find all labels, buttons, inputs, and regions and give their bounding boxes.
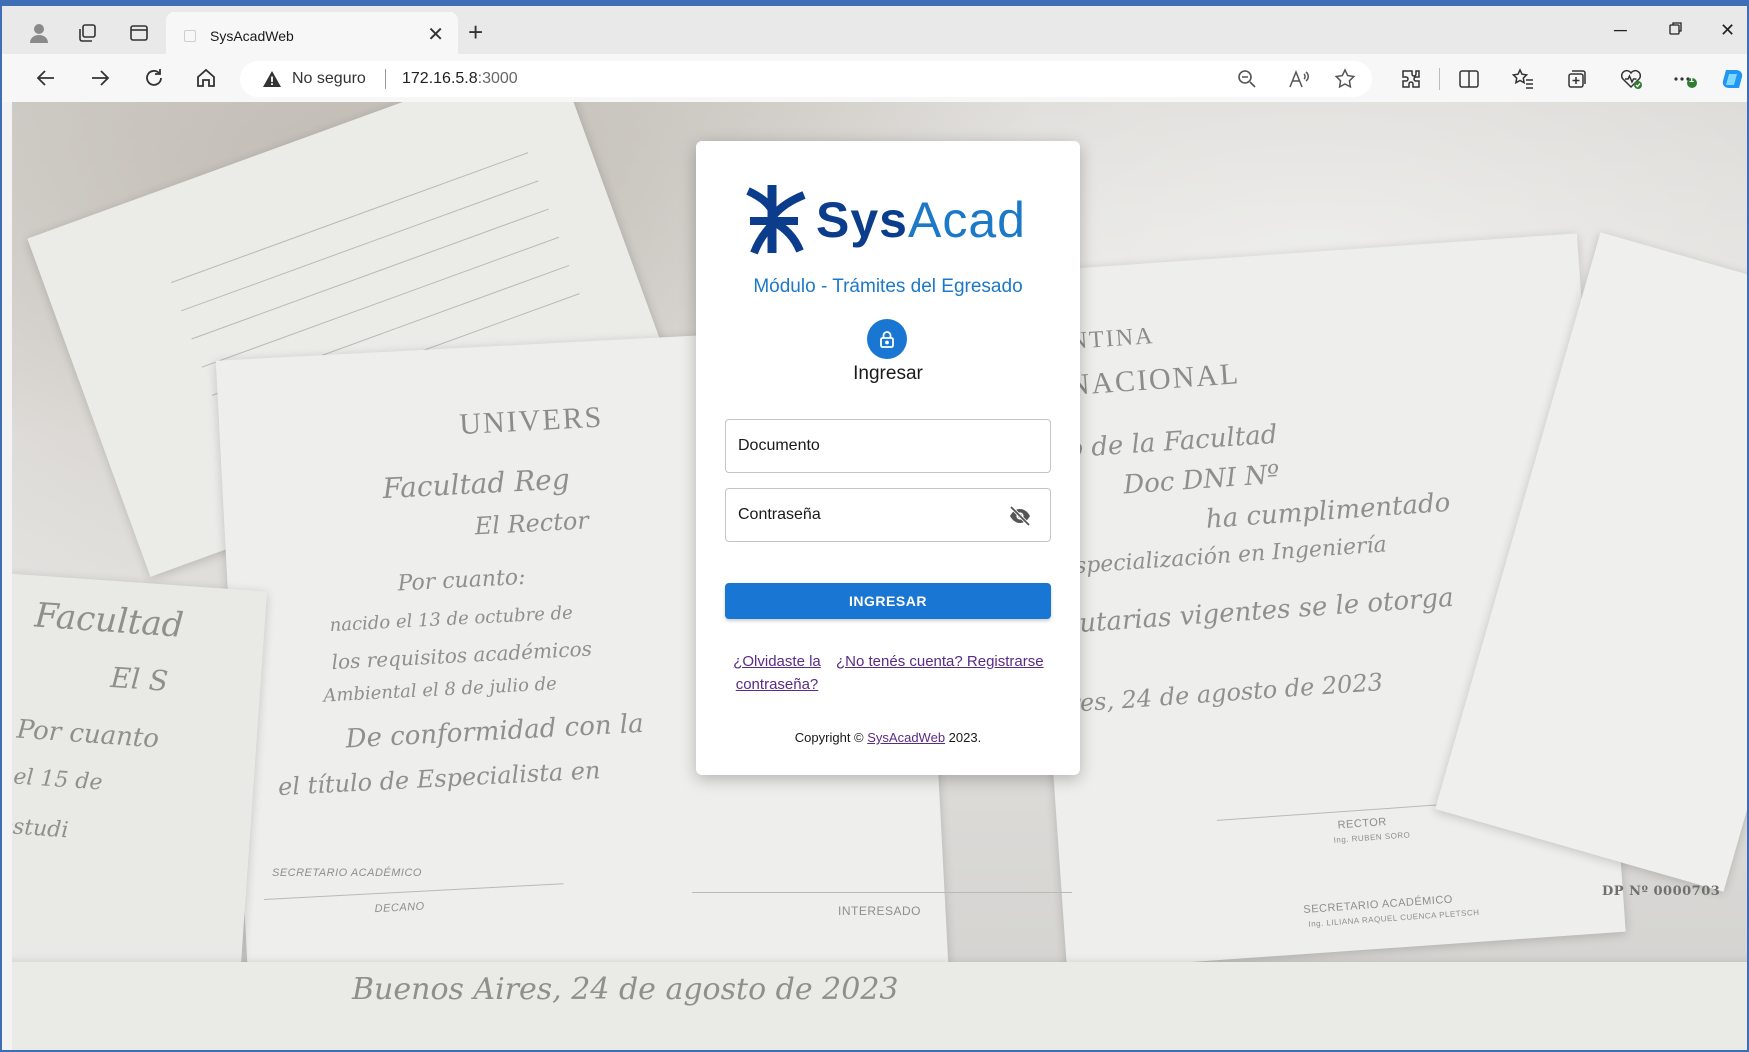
toolbar-separator xyxy=(1439,68,1440,90)
sysacad-logo: SysAcad xyxy=(744,181,1034,265)
tab-strip: SysAcadWeb ✕ + ─ ✕ xyxy=(2,6,1747,60)
toggle-password-visibility-icon[interactable] xyxy=(1008,505,1032,527)
notification-count: 1 xyxy=(1689,74,1695,84)
logo-sys: Sys xyxy=(816,192,908,248)
address-separator xyxy=(385,69,386,89)
background-paper-bottom: Buenos Aires, 24 de agosto de 2023 xyxy=(12,962,1747,1050)
url-host: 172.16.5.8 xyxy=(402,70,478,87)
bg-signature-label: SECRETARIO ACADÉMICO xyxy=(272,867,422,879)
collections-icon[interactable] xyxy=(1564,66,1590,92)
copyright-prefix: Copyright © xyxy=(794,730,868,745)
bg-text: UNIVERS xyxy=(458,400,605,442)
bg-script: Facultad xyxy=(33,595,185,646)
bg-script: El S xyxy=(109,660,170,698)
url-port: :3000 xyxy=(477,70,518,87)
bg-script: De conformidad con la xyxy=(344,708,645,755)
bg-script: res, 24 de agosto de 2023 xyxy=(1067,667,1384,718)
login-heading: Ingresar xyxy=(853,363,923,384)
address-bar[interactable]: No seguro 172.16.5.8:3000 xyxy=(240,61,1372,97)
document-input[interactable] xyxy=(738,420,998,472)
bg-script: ha cumplimentado xyxy=(1204,487,1452,535)
bg-script: no de la Facultad xyxy=(1049,419,1279,466)
register-link[interactable]: ¿No tenés cuenta? Registrarse xyxy=(836,650,1056,673)
copyright-link[interactable]: SysAcadWeb xyxy=(867,730,945,745)
bg-doc-number: DP Nº 0000703 xyxy=(1602,884,1721,899)
browser-essentials-icon[interactable] xyxy=(1618,66,1644,92)
copyright: Copyright © SysAcadWeb 2023. xyxy=(696,730,1080,745)
favicon-icon xyxy=(184,30,196,42)
utn-logo-icon xyxy=(746,185,806,255)
bg-script: Especialización en Ingeniería xyxy=(1058,532,1388,581)
bg-signature-name: Ing. RUBEN SORO xyxy=(1333,830,1411,845)
copilot-icon[interactable] xyxy=(1720,66,1746,92)
home-icon[interactable] xyxy=(192,64,220,92)
bg-script: Ambiental el 8 de julio de xyxy=(322,673,558,707)
restore-icon[interactable] xyxy=(1668,18,1684,42)
forgot-password-link[interactable]: ¿Olvidaste la contraseña? xyxy=(727,650,827,696)
refresh-icon[interactable] xyxy=(140,64,168,92)
bg-script: Doc DNI Nº xyxy=(1122,459,1281,501)
copyright-suffix: 2023. xyxy=(945,730,982,745)
workspaces-icon[interactable] xyxy=(74,20,100,46)
bg-signature-label: RECTOR xyxy=(1337,816,1388,832)
logo-text: SysAcad xyxy=(816,191,1026,249)
close-window-icon[interactable]: ✕ xyxy=(1720,18,1735,42)
bg-script: el 15 de xyxy=(12,764,104,796)
more-icon[interactable]: 1 xyxy=(1672,66,1698,92)
read-aloud-icon[interactable] xyxy=(1288,68,1310,90)
lock-avatar xyxy=(867,319,907,359)
forward-icon[interactable] xyxy=(86,64,114,92)
warning-icon[interactable] xyxy=(262,69,282,94)
module-title: Módulo - Trámites del Egresado xyxy=(753,276,1023,297)
bg-script: Por cuanto: xyxy=(397,564,527,597)
tab-title: SysAcadWeb xyxy=(210,28,294,44)
close-tab-icon[interactable]: ✕ xyxy=(427,23,444,47)
bg-signature-label: INTERESADO xyxy=(838,904,922,918)
bg-script: el título de Especialista en xyxy=(277,756,602,802)
profile-icon[interactable] xyxy=(26,20,52,46)
back-icon[interactable] xyxy=(32,64,60,92)
new-tab-button[interactable]: + xyxy=(468,18,483,46)
bg-script: Facultad Reg xyxy=(381,462,571,506)
favorite-icon[interactable] xyxy=(1334,68,1356,90)
navigation-bar: No seguro 172.16.5.8:3000 1 xyxy=(2,54,1747,102)
split-screen-icon[interactable] xyxy=(1456,66,1482,92)
zoom-out-icon[interactable] xyxy=(1236,68,1258,90)
favorites-icon[interactable] xyxy=(1510,66,1536,92)
bg-script: El Rector xyxy=(474,506,590,541)
password-input[interactable] xyxy=(738,489,998,541)
bg-script: Buenos Aires, 24 de agosto de 2023 xyxy=(352,972,899,1007)
bg-script: Por cuanto xyxy=(15,714,160,755)
lock-icon xyxy=(880,331,894,348)
active-tab[interactable]: SysAcadWeb ✕ xyxy=(166,12,458,60)
bg-script: nacido el 13 de octubre de xyxy=(329,602,574,637)
minimize-icon[interactable]: ─ xyxy=(1614,18,1627,42)
extensions-icon[interactable] xyxy=(1398,66,1424,92)
browser-window: SysAcadWeb ✕ + ─ ✕ No seguro 172.16.5.8:… xyxy=(0,0,1749,1052)
password-field[interactable] xyxy=(725,488,1051,542)
tab-actions-icon[interactable] xyxy=(126,20,152,46)
bg-script: tatutarias vigentes se le otorga xyxy=(1041,582,1455,642)
bg-script: los requisitos académicos xyxy=(331,636,593,675)
bg-script: estudi xyxy=(12,813,70,844)
login-submit-button[interactable]: INGRESAR xyxy=(725,583,1051,619)
bg-signature-label: DECANO xyxy=(374,900,425,916)
login-card: SysAcad Módulo - Trámites del Egresado I… xyxy=(696,141,1080,775)
document-field[interactable] xyxy=(725,419,1051,473)
page-viewport: UNIVERS Facultad Reg El Rector Por cuant… xyxy=(12,102,1747,1050)
url-text[interactable]: 172.16.5.8:3000 xyxy=(402,70,518,88)
security-label[interactable]: No seguro xyxy=(292,70,366,88)
logo-acad: Acad xyxy=(907,192,1026,248)
